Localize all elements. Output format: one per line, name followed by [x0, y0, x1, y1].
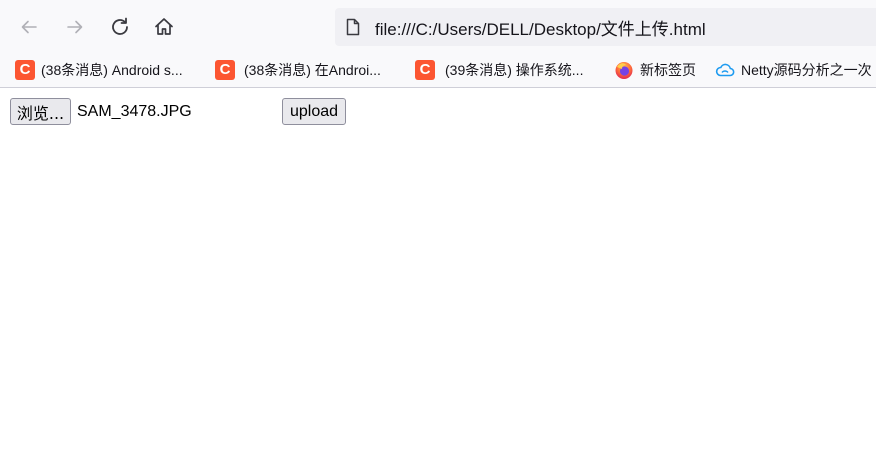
csdn-icon: C: [415, 60, 435, 80]
home-button[interactable]: [147, 10, 181, 44]
bookmark-label: 新标签页: [640, 62, 696, 78]
selected-file-name: SAM_3478.JPG: [77, 103, 192, 120]
browse-button[interactable]: 浏览...: [10, 98, 71, 125]
bookmark-label: (38条消息) Android s...: [41, 62, 183, 78]
browser-toolbar: file:///C:/Users/DELL/Desktop/文件上传.html: [0, 0, 876, 54]
bookmarks-bar: C (38条消息) Android s... C (38条消息) 在Androi…: [0, 54, 876, 88]
bookmark-label: (38条消息) 在Androi...: [244, 62, 381, 78]
csdn-icon: C: [15, 60, 35, 80]
bookmark-label: (39条消息) 操作系统...: [445, 62, 584, 78]
upload-button[interactable]: upload: [282, 98, 346, 125]
bookmark-item[interactable]: C (39条消息) 操作系统...: [415, 57, 583, 83]
url-text: file:///C:/Users/DELL/Desktop/文件上传.html: [375, 19, 706, 39]
bookmark-item[interactable]: Netty源码分析之一次: [715, 57, 872, 83]
csdn-icon: C: [215, 60, 235, 80]
cloud-icon: [715, 63, 735, 77]
forward-button[interactable]: [58, 10, 92, 44]
page-content: 浏览... SAM_3478.JPG upload: [0, 88, 876, 449]
bookmark-item[interactable]: 新标签页: [614, 57, 696, 83]
back-button[interactable]: [12, 10, 46, 44]
back-arrow-icon: [21, 20, 37, 34]
reload-button[interactable]: [103, 10, 137, 44]
home-icon: [155, 18, 173, 35]
url-bar[interactable]: file:///C:/Users/DELL/Desktop/文件上传.html: [335, 8, 876, 46]
reload-icon: [112, 17, 128, 35]
page-icon: [343, 17, 363, 37]
bookmark-item[interactable]: C (38条消息) 在Androi...: [215, 57, 381, 83]
bookmark-item[interactable]: C (38条消息) Android s...: [15, 57, 183, 83]
forward-arrow-icon: [67, 20, 83, 34]
bookmark-label: Netty源码分析之一次: [741, 62, 872, 78]
firefox-icon: [615, 62, 633, 79]
